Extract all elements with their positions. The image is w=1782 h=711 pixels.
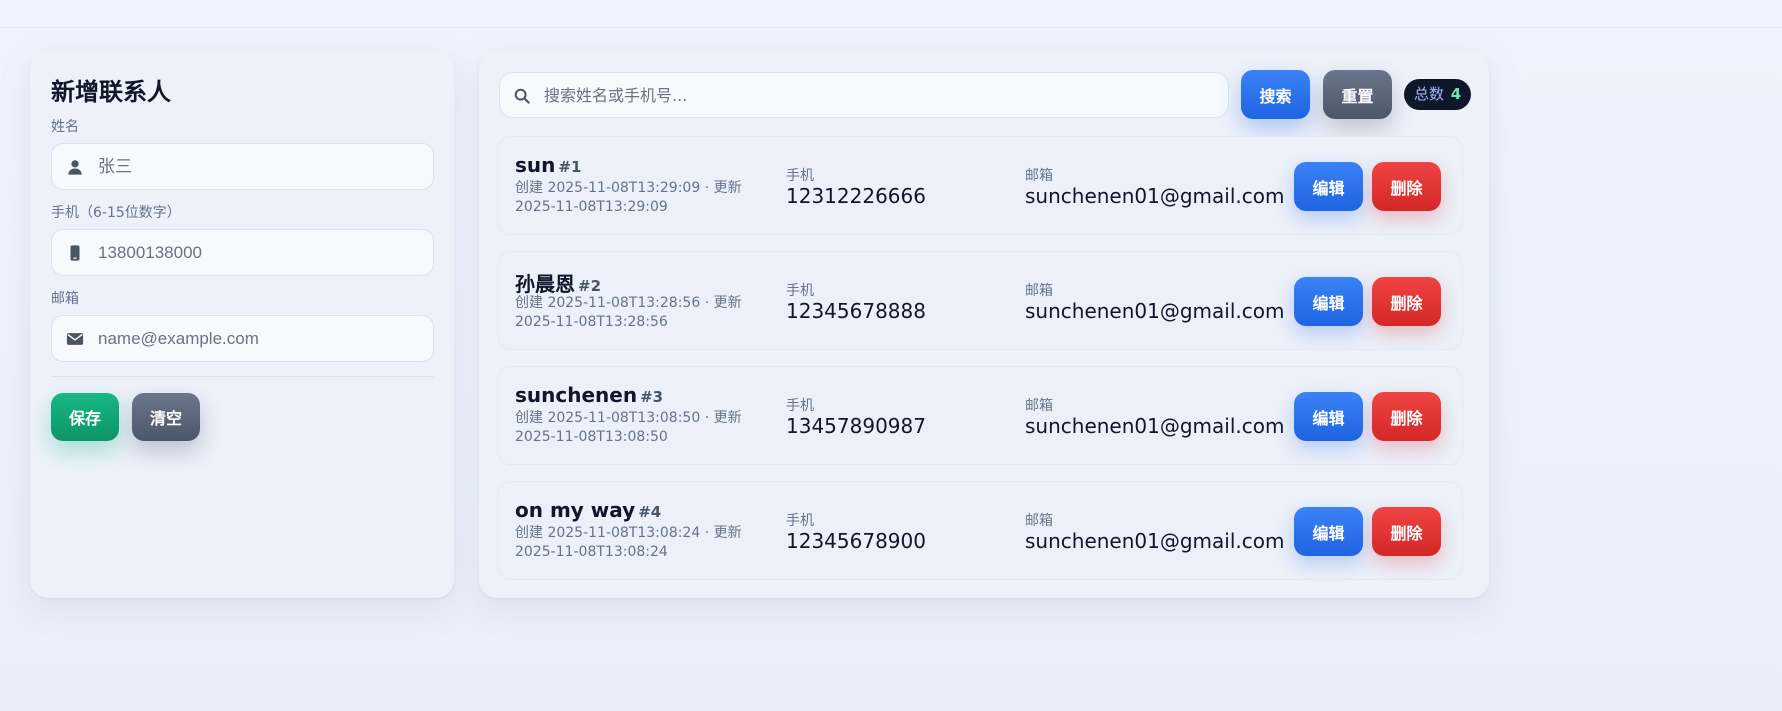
contact-phone: 13457890987: [786, 414, 926, 438]
contact-email: sunchenen01@gmail.com: [1025, 184, 1285, 208]
phone-column-label: 手机: [786, 283, 814, 299]
name-field[interactable]: [51, 143, 434, 190]
total-count-badge: 总数 4: [1404, 79, 1472, 110]
contact-phone: 12345678900: [786, 529, 926, 553]
contact-phone: 12312226666: [786, 184, 926, 208]
contact-id: #4: [638, 503, 662, 521]
contact-row: sunchenen #3 创建 2025-11-08T13:08:50 · 更新 …: [497, 366, 1463, 465]
phone-column-label: 手机: [786, 398, 814, 414]
contact-timestamps: 创建 2025-11-08T13:29:09 · 更新 2025-11-08T1…: [515, 180, 742, 215]
contact-row: sun #1 创建 2025-11-08T13:29:09 · 更新 2025-1…: [497, 136, 1463, 235]
form-title: 新增联系人: [51, 78, 171, 106]
phone-field[interactable]: [51, 229, 434, 276]
phone-column-label: 手机: [786, 513, 814, 529]
contact-email: sunchenen01@gmail.com: [1025, 529, 1285, 553]
edit-button[interactable]: 编辑: [1294, 162, 1363, 211]
reset-button[interactable]: 重置: [1323, 70, 1392, 119]
phone-column-label: 手机: [786, 168, 814, 184]
edit-button[interactable]: 编辑: [1294, 277, 1363, 326]
contact-id: #3: [640, 388, 664, 406]
total-count: 4: [1450, 85, 1462, 103]
search-button[interactable]: 搜索: [1241, 70, 1310, 119]
contact-timestamps: 创建 2025-11-08T13:08:50 · 更新 2025-11-08T1…: [515, 410, 742, 445]
save-button[interactable]: 保存: [51, 393, 119, 441]
clear-button[interactable]: 清空: [132, 393, 200, 441]
contact-name: sun: [515, 153, 556, 177]
contact-row: 孙晨恩 #2 创建 2025-11-08T13:28:56 · 更新 2025-1…: [497, 251, 1463, 350]
phone-input[interactable]: [98, 230, 418, 275]
mail-icon: [66, 333, 84, 345]
add-contact-panel: 新增联系人 姓名 手机（6-15位数字） 邮箱 保存 清空: [30, 50, 454, 598]
search-icon: [514, 88, 530, 104]
delete-button[interactable]: 删除: [1372, 162, 1441, 211]
user-icon: [68, 160, 82, 175]
phone-icon: [70, 245, 80, 261]
contact-timestamps: 创建 2025-11-08T13:28:56 · 更新 2025-11-08T1…: [515, 295, 742, 330]
contact-phone: 12345678888: [786, 299, 926, 323]
name-label: 姓名: [51, 119, 79, 135]
edit-button[interactable]: 编辑: [1294, 392, 1363, 441]
contact-name: on my way: [515, 498, 636, 522]
email-column-label: 邮箱: [1025, 283, 1053, 299]
search-input[interactable]: [544, 73, 1214, 117]
contact-name-line: sunchenen #3: [515, 383, 663, 407]
phone-label: 手机（6-15位数字）: [51, 205, 181, 221]
edit-button[interactable]: 编辑: [1294, 507, 1363, 556]
delete-button[interactable]: 删除: [1372, 392, 1441, 441]
contact-list-panel: 搜索 重置 总数 4 sun#1 创建 2025-11-08T13:29:09 …: [479, 50, 1489, 598]
email-field[interactable]: [51, 315, 434, 362]
name-input[interactable]: [98, 144, 418, 189]
delete-button[interactable]: 删除: [1372, 277, 1441, 326]
search-box[interactable]: [499, 72, 1229, 118]
contact-name: sunchenen: [515, 383, 638, 407]
contact-name-line: on my way #4: [515, 498, 661, 522]
contact-name-line: sun #1: [515, 153, 581, 177]
delete-button[interactable]: 删除: [1372, 507, 1441, 556]
contact-id: #2: [578, 277, 602, 295]
email-column-label: 邮箱: [1025, 168, 1053, 184]
contact-email: sunchenen01@gmail.com: [1025, 299, 1285, 323]
contact-timestamps: 创建 2025-11-08T13:08:24 · 更新 2025-11-08T1…: [515, 525, 742, 560]
contact-name-line: 孙晨恩 #2: [515, 268, 601, 297]
top-bar: [0, 0, 1782, 28]
email-label: 邮箱: [51, 291, 79, 307]
contact-name: 孙晨恩: [515, 272, 575, 296]
contact-id: #1: [558, 158, 582, 176]
email-column-label: 邮箱: [1025, 398, 1053, 414]
contact-row: on my way #4 创建 2025-11-08T13:08:24 · 更新 …: [497, 481, 1463, 580]
total-label: 总数: [1414, 85, 1445, 103]
form-divider: [51, 376, 434, 377]
email-column-label: 邮箱: [1025, 513, 1053, 529]
email-input[interactable]: [98, 316, 418, 361]
contact-email: sunchenen01@gmail.com: [1025, 414, 1285, 438]
